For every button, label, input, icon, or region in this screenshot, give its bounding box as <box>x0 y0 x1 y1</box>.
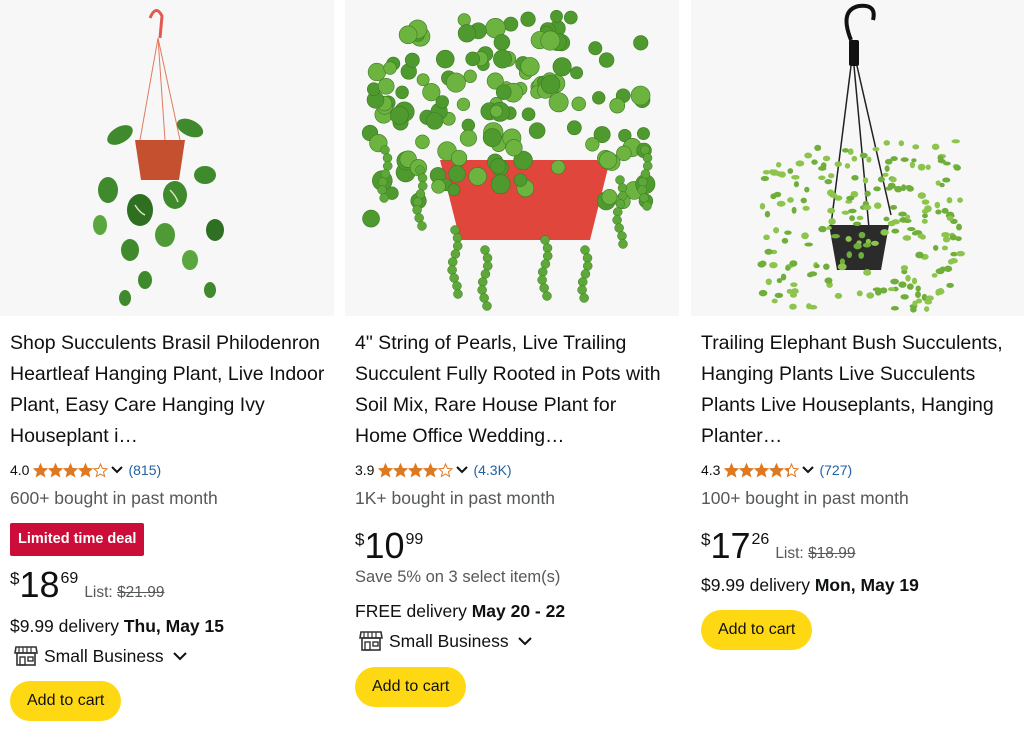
list-price: List: $21.99 <box>84 584 164 602</box>
review-count-link[interactable]: (727) <box>819 462 852 478</box>
add-to-cart-button[interactable]: Add to cart <box>355 667 467 707</box>
price-symbol: $ <box>10 569 20 588</box>
product-image[interactable] <box>691 0 1024 316</box>
star-full-icon <box>754 462 770 478</box>
delivery-info: FREE delivery May 20 - 22 <box>355 601 565 622</box>
product-card: 4" String of Pearls, Live Trailing Succu… <box>345 0 679 729</box>
storefront-icon <box>359 631 383 651</box>
review-count-link[interactable]: (4.3K) <box>473 462 511 478</box>
bought-count: 1K+ bought in past month <box>355 488 555 508</box>
string-of-pearls-plant-image <box>361 9 656 311</box>
deal-badge: Limited time deal <box>10 523 145 556</box>
review-count-link[interactable]: (815) <box>128 462 161 478</box>
star-full-icon <box>769 462 785 478</box>
rating-value: 4.0 <box>10 462 30 478</box>
product-card: Trailing Elephant Bush Succulents, Hangi… <box>691 0 1024 729</box>
chevron-down-icon <box>172 652 187 661</box>
star-full-icon <box>78 462 94 478</box>
delivery-date: Mon, May 19 <box>814 575 919 595</box>
small-business-label: Small Business <box>389 630 509 651</box>
star-half-icon <box>423 462 439 478</box>
delivery-date: Thu, May 15 <box>123 616 224 636</box>
star-full-icon <box>393 462 409 478</box>
delivery-info: $9.99 delivery Mon, May 19 <box>701 575 919 596</box>
star-rating[interactable] <box>33 462 109 478</box>
chevron-down-icon[interactable] <box>455 463 469 477</box>
delivery-prefix: FREE delivery <box>355 601 472 621</box>
star-full-icon <box>408 462 424 478</box>
small-business-badge[interactable]: Small Business <box>14 645 188 667</box>
bought-count: 600+ bought in past month <box>10 488 218 508</box>
rating-row: 4.0 (815) <box>10 460 161 480</box>
price-fraction: 69 <box>60 570 79 587</box>
product-card: Shop Succulents Brasil Philodenron Heart… <box>0 0 334 729</box>
chevron-down-icon <box>517 637 532 646</box>
delivery-prefix: $9.99 delivery <box>10 616 124 636</box>
chevron-down-icon[interactable] <box>801 463 815 477</box>
delivery-prefix: $9.99 delivery <box>701 575 815 595</box>
price-fraction: 26 <box>751 531 770 548</box>
price-symbol: $ <box>355 530 365 549</box>
star-half-icon <box>784 462 800 478</box>
star-full-icon <box>63 462 79 478</box>
chevron-down-icon[interactable] <box>110 463 124 477</box>
delivery-info: $9.99 delivery Thu, May 15 <box>10 616 224 637</box>
small-business-label: Small Business <box>44 645 164 666</box>
list-label: List: <box>775 545 804 562</box>
add-to-cart-button[interactable]: Add to cart <box>10 681 122 721</box>
product-title[interactable]: Trailing Elephant Bush Succulents, Hangi… <box>701 328 1019 452</box>
star-full-icon <box>48 462 64 478</box>
price-whole: 10 <box>364 525 405 566</box>
elephant-bush-hanging-plant-image <box>757 3 965 313</box>
star-empty-icon <box>93 462 109 478</box>
star-full-icon <box>378 462 394 478</box>
small-business-badge[interactable]: Small Business <box>359 630 533 652</box>
storefront-icon <box>14 646 38 666</box>
product-image[interactable] <box>345 0 679 316</box>
rating-row: 4.3 (727) <box>701 460 852 480</box>
star-full-icon <box>33 462 49 478</box>
star-empty-icon <box>438 462 454 478</box>
list-price: List: $18.99 <box>775 545 855 563</box>
product-title[interactable]: Shop Succulents Brasil Philodenron Heart… <box>10 328 328 452</box>
rating-value: 3.9 <box>355 462 375 478</box>
product-image[interactable] <box>0 0 334 316</box>
price[interactable]: $ 18 69 List: $21.99 <box>10 566 164 604</box>
bought-count: 100+ bought in past month <box>701 488 909 508</box>
price-whole: 17 <box>710 525 751 566</box>
product-title[interactable]: 4" String of Pearls, Live Trailing Succu… <box>355 328 673 452</box>
price[interactable]: $ 17 26 List: $18.99 <box>701 527 855 565</box>
list-price-value: $21.99 <box>117 584 165 601</box>
star-full-icon <box>739 462 755 478</box>
price[interactable]: $ 10 99 <box>355 527 423 565</box>
delivery-date: May 20 - 22 <box>471 601 566 621</box>
rating-row: 3.9 (4.3K) <box>355 460 512 480</box>
list-price-value: $18.99 <box>808 545 856 562</box>
save-promo[interactable]: Save 5% on 3 select item(s) <box>355 568 560 587</box>
star-rating[interactable] <box>724 462 800 478</box>
list-label: List: <box>84 584 113 601</box>
price-whole: 18 <box>19 564 60 605</box>
pothos-hanging-plant-image <box>93 9 224 306</box>
price-symbol: $ <box>701 530 711 549</box>
star-rating[interactable] <box>378 462 454 478</box>
add-to-cart-button[interactable]: Add to cart <box>701 610 813 650</box>
star-full-icon <box>724 462 740 478</box>
price-fraction: 99 <box>405 531 424 548</box>
rating-value: 4.3 <box>701 462 721 478</box>
